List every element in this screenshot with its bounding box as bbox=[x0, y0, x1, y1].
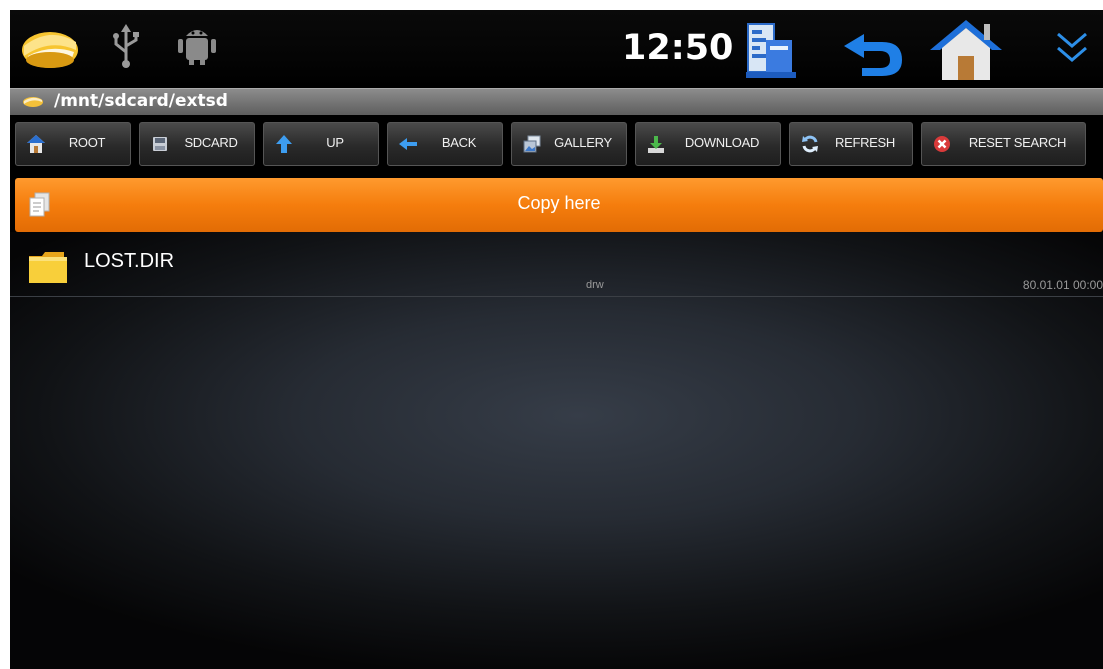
gallery-button-label: GALLERY bbox=[554, 135, 612, 150]
current-path: /mnt/sdcard/extsd bbox=[54, 91, 228, 111]
file-permissions: drw bbox=[586, 279, 604, 291]
toolbar: ROOT SDCARD UP BACK GALLERY DOWNLOAD REF… bbox=[10, 115, 1103, 173]
status-bar: 12:50 bbox=[10, 10, 1103, 88]
android-debug-icon bbox=[178, 30, 216, 65]
device-screen: 12:50 /mnt/sdcard/extsd ROOT SDCARD UP B… bbox=[10, 10, 1103, 669]
refresh-button[interactable]: REFRESH bbox=[789, 122, 913, 166]
root-button[interactable]: ROOT bbox=[15, 122, 131, 166]
root-button-label: ROOT bbox=[68, 135, 106, 150]
back-button-label: BACK bbox=[441, 135, 477, 150]
sdcard-button-label: SDCARD bbox=[184, 135, 238, 150]
expand-chevron-icon[interactable] bbox=[1054, 28, 1090, 70]
folder-path-icon bbox=[23, 97, 43, 107]
copy-here-button[interactable]: Copy here bbox=[15, 178, 1103, 232]
download-button-label: DOWNLOAD bbox=[684, 135, 760, 150]
up-button[interactable]: UP bbox=[263, 122, 379, 166]
file-name: LOST.DIR bbox=[84, 250, 175, 272]
file-list: LOST.DIR drw 80.01.01 00:00 bbox=[10, 232, 1103, 669]
file-modified-date: 80.01.01 00:00 bbox=[1022, 278, 1103, 292]
status-clock: 12:50 bbox=[622, 28, 734, 68]
download-button[interactable]: DOWNLOAD bbox=[635, 122, 781, 166]
list-item[interactable]: LOST.DIR drw 80.01.01 00:00 bbox=[10, 232, 1103, 297]
file-manager-app-icon[interactable] bbox=[18, 20, 82, 76]
path-bar: /mnt/sdcard/extsd bbox=[10, 88, 1103, 116]
folder-icon bbox=[29, 252, 67, 283]
task-manager-icon[interactable] bbox=[740, 20, 800, 80]
gallery-button[interactable]: GALLERY bbox=[511, 122, 627, 166]
sdcard-button[interactable]: SDCARD bbox=[139, 122, 255, 166]
usb-icon bbox=[113, 24, 139, 68]
refresh-button-label: REFRESH bbox=[834, 135, 896, 150]
reset-search-button[interactable]: RESET SEARCH bbox=[921, 122, 1086, 166]
copy-here-label: Copy here bbox=[517, 193, 601, 213]
back-arrow-icon[interactable] bbox=[840, 24, 906, 78]
home-icon[interactable] bbox=[928, 18, 1004, 82]
back-button[interactable]: BACK bbox=[387, 122, 503, 166]
up-button-label: UP bbox=[326, 135, 344, 150]
reset-search-button-label: RESET SEARCH bbox=[968, 135, 1067, 150]
